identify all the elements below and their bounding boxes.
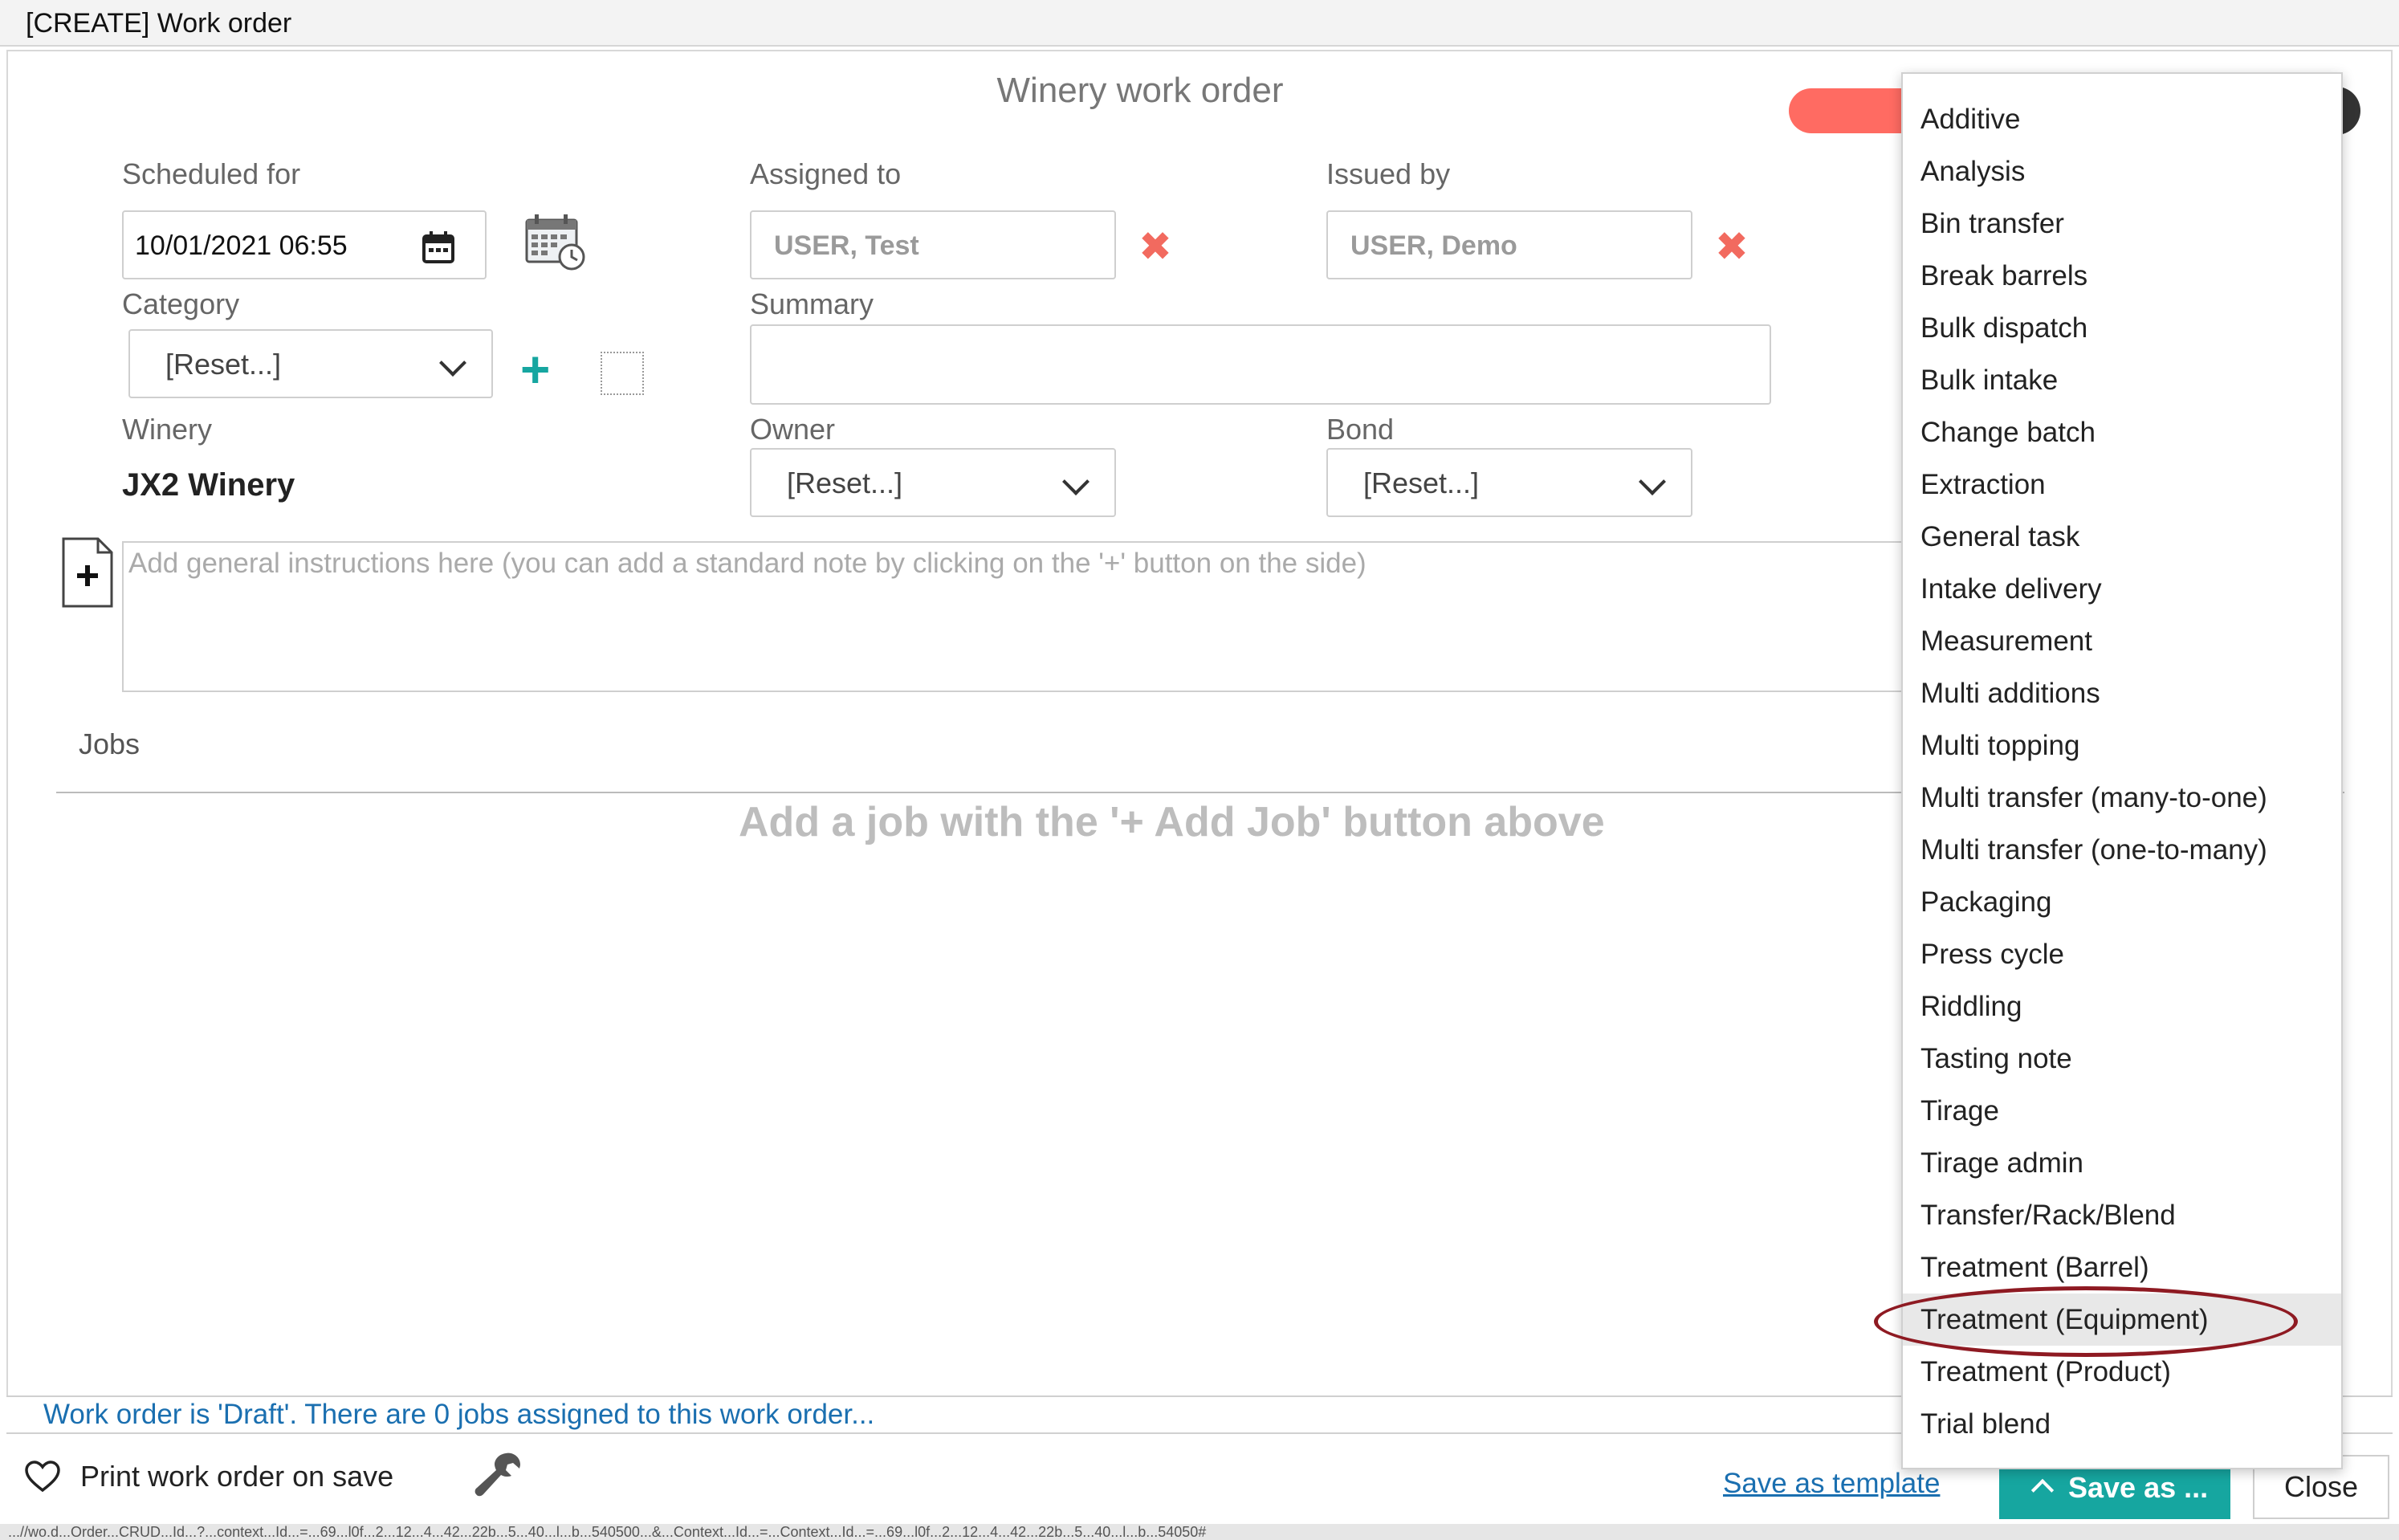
jobs-label: Jobs: [79, 727, 141, 760]
job-menu-item[interactable]: Treatment (Product): [1903, 1346, 2341, 1398]
summary-label: Summary: [750, 287, 874, 320]
status-url: ...//wo.d...Order...CRUD...Id...?...cont…: [0, 1524, 2399, 1540]
job-menu-item[interactable]: Multi additions: [1903, 667, 2341, 719]
jobs-empty-message: Add a job with the '+ Add Job' button ab…: [739, 799, 1605, 845]
clear-issued-icon[interactable]: ✖: [1715, 226, 1749, 267]
job-menu-item[interactable]: Packaging: [1903, 876, 2341, 928]
job-menu-item[interactable]: Tirage admin: [1903, 1137, 2341, 1189]
category-value: [Reset...]: [165, 348, 282, 381]
job-menu-item[interactable]: Measurement: [1903, 615, 2341, 667]
job-menu-item[interactable]: Trial blend: [1903, 1398, 2341, 1450]
bond-value: [Reset...]: [1363, 466, 1480, 499]
assigned-to-field[interactable]: USER, Test: [750, 210, 1116, 279]
job-menu-item[interactable]: Extraction: [1903, 458, 2341, 511]
assigned-to-label: Assigned to: [750, 157, 902, 190]
job-menu-item[interactable]: Multi transfer (one-to-many): [1903, 824, 2341, 876]
owner-label: Owner: [750, 413, 836, 446]
job-menu-item[interactable]: Additive: [1903, 93, 2341, 145]
clear-assigned-icon[interactable]: ✖: [1138, 226, 1172, 267]
form-title: Winery work order: [996, 71, 1284, 110]
category-checkbox[interactable]: [601, 352, 644, 395]
winery-label: Winery: [122, 413, 213, 446]
job-menu-item[interactable]: Multi transfer (many-to-one): [1903, 772, 2341, 824]
assigned-to-value: USER, Test: [774, 230, 919, 261]
issued-by-value: USER, Demo: [1350, 230, 1517, 261]
wrench-icon[interactable]: [474, 1450, 523, 1500]
save-as-label: Save as ...: [2068, 1471, 2209, 1504]
winery-name: JX2 Winery: [122, 467, 295, 503]
owner-value: [Reset...]: [787, 466, 903, 499]
job-menu-item[interactable]: Bin transfer: [1903, 198, 2341, 250]
add-document-icon[interactable]: [61, 536, 114, 609]
instructions-placeholder: Add general instructions here (you can a…: [128, 548, 1366, 579]
bond-label: Bond: [1326, 413, 1395, 446]
job-menu-item[interactable]: Break barrels: [1903, 250, 2341, 302]
job-menu-item[interactable]: Treatment (Equipment): [1903, 1294, 2341, 1346]
job-type-list: Additive Analysis Bin transfer Break barrel…: [1903, 93, 2341, 1450]
job-menu-item[interactable]: Bulk intake: [1903, 354, 2341, 406]
job-menu-item[interactable]: Riddling: [1903, 980, 2341, 1033]
calendar-icon[interactable]: [421, 230, 456, 265]
category-label: Category: [122, 287, 240, 320]
job-menu-item[interactable]: Analysis: [1903, 145, 2341, 198]
job-type-menu: Additive Analysis Bin transfer Break barrel…: [1901, 72, 2343, 1469]
category-select[interactable]: [Reset...]: [128, 329, 493, 398]
chevron-up-icon: [2030, 1478, 2055, 1502]
add-category-plus-icon[interactable]: +: [520, 344, 550, 395]
status-text: Work order is 'Draft'. There are 0 jobs …: [43, 1399, 875, 1430]
job-menu-item[interactable]: Multi topping: [1903, 719, 2341, 772]
save-as-template-link[interactable]: Save as template: [1723, 1468, 1940, 1500]
job-menu-item[interactable]: Bulk dispatch: [1903, 302, 2341, 354]
job-menu-item[interactable]: Press cycle: [1903, 928, 2341, 980]
heart-icon[interactable]: [24, 1460, 61, 1493]
job-menu-item[interactable]: Treatment (Barrel): [1903, 1241, 2341, 1294]
scheduled-for-input[interactable]: 10/01/2021 06:55: [122, 210, 487, 279]
owner-select[interactable]: [Reset...]: [750, 448, 1116, 517]
issued-by-label: Issued by: [1326, 157, 1451, 190]
summary-input[interactable]: [750, 324, 1771, 405]
job-menu-item[interactable]: General task: [1903, 511, 2341, 563]
job-menu-item[interactable]: Intake delivery: [1903, 563, 2341, 615]
job-menu-item[interactable]: Change batch: [1903, 406, 2341, 458]
window-title: [CREATE] Work order: [0, 0, 2399, 47]
bond-select[interactable]: [Reset...]: [1326, 448, 1692, 517]
issued-by-field[interactable]: USER, Demo: [1326, 210, 1692, 279]
job-menu-item[interactable]: Tasting note: [1903, 1033, 2341, 1085]
print-on-save-label[interactable]: Print work order on save: [80, 1460, 393, 1493]
job-menu-item[interactable]: Transfer/Rack/Blend: [1903, 1189, 2341, 1241]
calendar-clock-icon[interactable]: [523, 212, 588, 273]
job-menu-item[interactable]: Tirage: [1903, 1085, 2341, 1137]
scheduled-for-label: Scheduled for: [122, 157, 301, 190]
